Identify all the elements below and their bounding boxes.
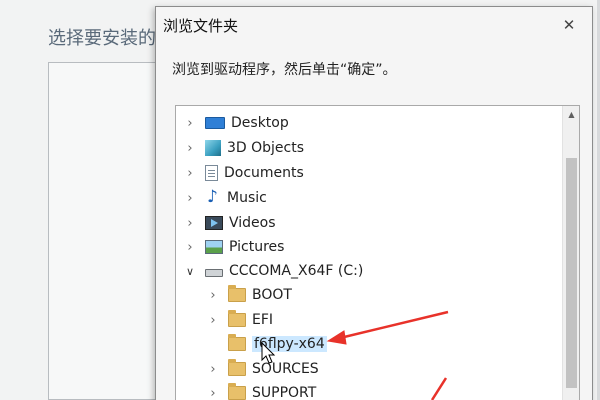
tree-item-label: SOURCES [252, 361, 319, 377]
tree-item-support[interactable]: › SUPPORT [206, 382, 316, 400]
music-icon [205, 187, 221, 207]
tree-item-label: SUPPORT [252, 385, 317, 400]
3d-objects-icon [205, 140, 221, 156]
tree-item-drive-c[interactable]: ∨ CCCOMA_X64F (C:) [183, 260, 363, 282]
tree-item-documents[interactable]: › Documents [183, 162, 304, 184]
tree-item-videos[interactable]: › Videos [183, 212, 276, 234]
close-button[interactable]: ✕ [556, 15, 582, 35]
folder-icon [228, 359, 246, 376]
chevron-right-icon[interactable]: › [183, 216, 197, 231]
tree-item-label: Pictures [229, 239, 285, 255]
tree-item-sources[interactable]: › SOURCES [206, 358, 319, 380]
chevron-right-icon[interactable]: › [183, 141, 197, 156]
folder-tree[interactable]: › Desktop › 3D Objects › Documents › Mus… [175, 105, 580, 400]
installer-title: 选择要安装的 [48, 28, 156, 49]
close-icon: ✕ [562, 16, 576, 34]
vertical-scrollbar[interactable]: ▲ [562, 106, 579, 400]
tree-item-efi[interactable]: › EFI [206, 309, 273, 331]
tree-item-3d-objects[interactable]: › 3D Objects [183, 137, 304, 159]
chevron-right-icon[interactable]: › [206, 362, 220, 377]
tree-item-desktop[interactable]: › Desktop [183, 112, 289, 134]
chevron-right-icon[interactable]: › [183, 191, 197, 206]
chevron-right-icon[interactable]: › [183, 166, 197, 181]
tree-item-pictures[interactable]: › Pictures [183, 236, 284, 258]
tree-item-label: EFI [252, 312, 274, 328]
drive-icon [205, 269, 223, 277]
desktop-icon [205, 117, 225, 129]
chevron-down-icon[interactable]: ∨ [183, 265, 197, 278]
tree-item-label: Videos [229, 215, 276, 231]
folder-icon [228, 334, 246, 351]
tree-item-f6flpy-x64[interactable]: › f6flpy-x64 [206, 333, 327, 355]
pictures-icon [205, 240, 223, 254]
tree-item-music[interactable]: › Music [183, 187, 267, 209]
scroll-thumb[interactable] [566, 158, 577, 388]
tree-item-label: 3D Objects [227, 140, 305, 156]
browse-folder-dialog: 浏览文件夹 ✕ 浏览到驱动程序，然后单击“确定”。 › Desktop › 3D… [155, 6, 593, 400]
chevron-right-icon[interactable]: › [183, 240, 197, 255]
folder-icon [228, 285, 246, 302]
videos-icon [205, 216, 223, 230]
tree-item-label: BOOT [252, 287, 292, 303]
tree-item-label: Music [227, 190, 267, 206]
driver-list-box[interactable] [48, 62, 168, 400]
chevron-right-icon[interactable]: › [206, 313, 220, 328]
chevron-right-icon[interactable]: › [183, 116, 197, 131]
tree-item-label: CCCOMA_X64F (C:) [229, 263, 364, 279]
tree-item-label: f6flpy-x64 [252, 336, 327, 352]
scroll-up-icon[interactable]: ▲ [563, 106, 579, 123]
tree-item-label: Desktop [231, 115, 289, 131]
tree-item-boot[interactable]: › BOOT [206, 284, 292, 306]
chevron-right-icon[interactable]: › [206, 288, 220, 303]
tree-item-label: Documents [224, 165, 304, 181]
chevron-right-icon[interactable]: › [206, 386, 220, 400]
folder-icon [228, 383, 246, 400]
dialog-title: 浏览文件夹 [163, 17, 239, 35]
folder-icon [228, 310, 246, 327]
documents-icon [205, 165, 218, 181]
dialog-instruction: 浏览到驱动程序，然后单击“确定”。 [172, 62, 397, 78]
